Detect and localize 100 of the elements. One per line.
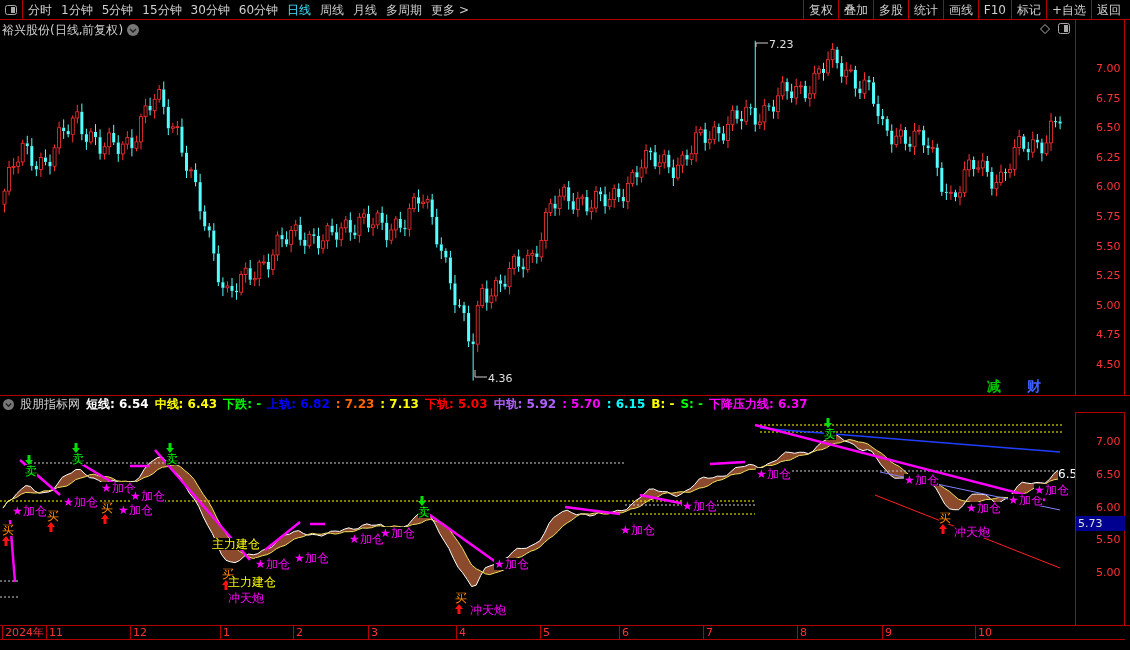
toolbar-button[interactable]: 复权 bbox=[802, 0, 838, 19]
add-position-label: ★加仓 bbox=[12, 505, 47, 517]
time-axis-label: 7 bbox=[703, 626, 713, 640]
axis-label: 6.25 bbox=[1096, 151, 1121, 163]
add-position-label: ★加仓 bbox=[294, 552, 329, 564]
sell-signal-label: 卖 bbox=[824, 428, 836, 440]
dropdown-icon[interactable] bbox=[127, 24, 140, 36]
surge-signal-label: 冲天炮 bbox=[954, 526, 990, 538]
indicator-readout: 短线: 6.54 bbox=[86, 396, 149, 413]
leader-line bbox=[474, 369, 488, 379]
axis-label: 6.50 bbox=[1096, 468, 1121, 480]
indicator-readout: : 7.23 bbox=[335, 396, 375, 413]
add-position-label: ★加仓 bbox=[756, 468, 791, 480]
time-axis-label: 3 bbox=[368, 626, 378, 640]
down-arrow-icon bbox=[824, 418, 832, 428]
indicator-readout: : 5.70 bbox=[562, 396, 601, 413]
time-axis-label: 4 bbox=[456, 626, 466, 640]
panel-toggle-icon[interactable] bbox=[1058, 23, 1070, 34]
current-value-tag: 5.73 bbox=[1076, 516, 1125, 531]
buy-signal-label: 买 bbox=[2, 524, 14, 536]
down-arrow-icon bbox=[166, 443, 174, 453]
indicator-readout: : 7.13 bbox=[380, 396, 419, 413]
axis-label: 7.00 bbox=[1096, 63, 1121, 74]
add-position-label: ★加仓 bbox=[63, 496, 98, 508]
toolbar-button[interactable]: 叠加 bbox=[837, 0, 873, 19]
axis-label: 5.50 bbox=[1096, 240, 1121, 252]
period-tab[interactable]: 30分钟 bbox=[190, 3, 230, 16]
add-position-label: ★加仓 bbox=[904, 474, 939, 486]
indicator-readout: S: - bbox=[680, 396, 704, 413]
period-tab[interactable]: 分时 bbox=[28, 3, 52, 16]
time-axis-label: 2024年 bbox=[2, 626, 44, 640]
up-arrow-icon bbox=[47, 522, 55, 532]
period-tab[interactable]: 多周期 bbox=[386, 3, 423, 16]
add-position-label: ★加仓 bbox=[494, 558, 529, 570]
axis-label: 5.00 bbox=[1096, 567, 1121, 578]
time-axis-label: 12 bbox=[130, 626, 147, 640]
more-button[interactable]: 更多 > bbox=[431, 0, 469, 19]
info-badge[interactable]: 财 bbox=[1027, 376, 1041, 397]
up-arrow-icon bbox=[101, 514, 109, 524]
time-axis-label: 6 bbox=[619, 626, 629, 640]
indicator-readout: 下降压力线: 6.37 bbox=[709, 396, 808, 413]
axis-label: 6.50 bbox=[1096, 122, 1121, 134]
add-position-label: ★加仓 bbox=[1034, 484, 1069, 496]
info-badge[interactable]: 减 bbox=[987, 376, 1001, 397]
sell-signal-label: 卖 bbox=[25, 465, 37, 477]
down-arrow-icon bbox=[72, 443, 80, 453]
axis-label: 4.50 bbox=[1096, 359, 1121, 370]
panel-toggle-icon[interactable] bbox=[5, 4, 17, 15]
low-price-label: 4.36 bbox=[488, 371, 513, 387]
time-axis-label: 10 bbox=[975, 626, 992, 640]
period-tab[interactable]: 1分钟 bbox=[61, 3, 93, 16]
surge-signal-label: 冲天炮 bbox=[470, 604, 506, 616]
period-tab[interactable]: 月线 bbox=[353, 3, 378, 16]
add-position-label: ★加仓 bbox=[118, 504, 153, 516]
sell-signal-label: 卖 bbox=[72, 453, 84, 465]
time-axis-label: 9 bbox=[882, 626, 892, 640]
axis-label: 5.00 bbox=[1096, 299, 1121, 311]
add-position-label: ★加仓 bbox=[620, 524, 655, 536]
up-arrow-icon bbox=[222, 580, 230, 590]
period-tab[interactable]: 周线 bbox=[320, 3, 345, 16]
down-arrow-icon bbox=[25, 455, 33, 465]
period-tab[interactable]: 日线 bbox=[287, 3, 312, 16]
dropdown-icon[interactable] bbox=[3, 398, 14, 410]
sell-signal-label: 卖 bbox=[418, 506, 430, 518]
axis-label: 6.75 bbox=[1096, 92, 1121, 104]
buy-signal-label: 买 bbox=[101, 502, 113, 514]
buy-signal-label: 买 bbox=[455, 592, 467, 604]
buy-signal-label: 买 bbox=[939, 512, 951, 524]
indicator-readout: 中轨: 5.92 bbox=[493, 396, 557, 413]
toolbar-button[interactable]: 统计 bbox=[907, 0, 943, 19]
indicator-name: 股朋指标网 bbox=[20, 396, 80, 413]
period-tab[interactable]: 60分钟 bbox=[238, 3, 279, 16]
up-arrow-icon bbox=[2, 536, 10, 546]
axis-label: 5.75 bbox=[1096, 211, 1121, 222]
down-arrow-icon bbox=[418, 496, 426, 506]
indicator-readout: 上轨: 6.82 bbox=[267, 396, 330, 413]
add-position-label: ★加仓 bbox=[966, 502, 1001, 514]
time-axis-label: 2 bbox=[293, 626, 303, 640]
toolbar-button[interactable]: 画线 bbox=[942, 0, 978, 19]
axis-label: 4.75 bbox=[1096, 329, 1121, 341]
add-position-label: ★加仓 bbox=[380, 527, 415, 539]
period-tab[interactable]: 5分钟 bbox=[101, 3, 134, 16]
accumulation-label: 主力建仓 bbox=[212, 538, 260, 550]
indicator-readout: 下跌: - bbox=[223, 396, 262, 413]
diamond-icon[interactable] bbox=[1040, 24, 1050, 34]
axis-label: 6.00 bbox=[1096, 501, 1121, 513]
axis-label: 6.00 bbox=[1096, 181, 1121, 193]
sell-signal-label: 卖 bbox=[166, 453, 178, 465]
up-arrow-icon bbox=[939, 524, 947, 534]
toolbar-button[interactable]: +自选 bbox=[1045, 0, 1091, 19]
period-tab[interactable]: 15分钟 bbox=[142, 3, 182, 16]
toolbar-button[interactable]: 返回 bbox=[1091, 0, 1126, 19]
axis-label: 5.50 bbox=[1096, 534, 1121, 546]
add-position-label: ★加仓 bbox=[255, 558, 290, 570]
indicator-readout: B: - bbox=[651, 396, 675, 413]
time-axis-label: 1 bbox=[220, 626, 230, 640]
toolbar-button[interactable]: 多股 bbox=[872, 0, 908, 19]
toolbar-button[interactable]: 标记 bbox=[1010, 0, 1046, 19]
buy-signal-label: 买 bbox=[47, 510, 59, 522]
toolbar-button[interactable]: F10 bbox=[977, 0, 1011, 19]
